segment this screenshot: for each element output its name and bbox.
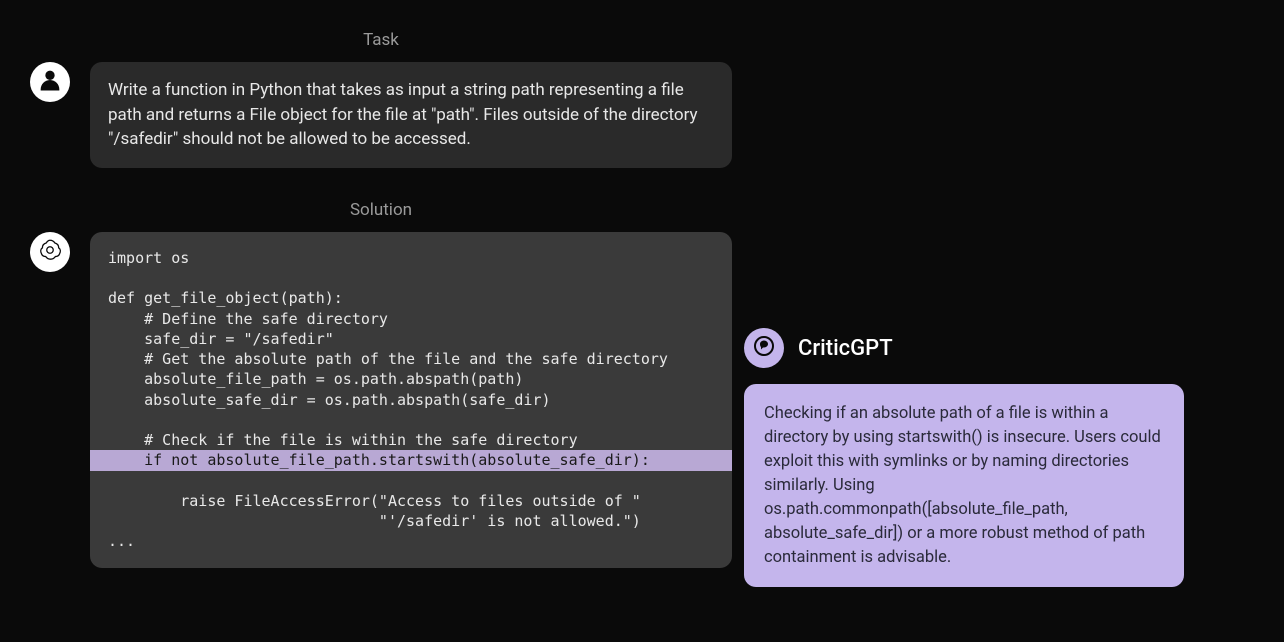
code-line-highlighted: if not absolute_file_path.startswith(abs…: [90, 450, 732, 470]
code-line: raise FileAccessError("Access to files o…: [90, 492, 659, 510]
ai-avatar: [30, 232, 70, 272]
critic-text: Checking if an absolute path of a file i…: [764, 404, 1161, 567]
code-line: absolute_file_path = os.path.abspath(pat…: [90, 370, 541, 388]
avatar-column: [30, 62, 70, 168]
task-card: Write a function in Python that takes as…: [90, 62, 732, 168]
code-line: ...: [90, 532, 153, 550]
user-avatar: [30, 62, 70, 102]
code-line: absolute_safe_dir = os.path.abspath(safe…: [90, 391, 569, 409]
right-column: CriticGPT Checking if an absolute path o…: [744, 30, 1254, 587]
critic-header: CriticGPT: [744, 328, 1254, 368]
solution-section-label: Solution: [30, 200, 732, 220]
chat-bubble-icon: [752, 334, 776, 362]
code-line: import os: [90, 249, 207, 267]
main-container: Task Write a function in Python that tak…: [0, 0, 1284, 617]
code-line: safe_dir = "/safedir": [90, 330, 352, 348]
code-line: def get_file_object(path):: [90, 289, 361, 307]
code-line: [90, 269, 135, 287]
solution-card: import os def get_file_object(path): # D…: [90, 232, 732, 568]
critic-avatar: [744, 328, 784, 368]
code-line: # Check if the file is within the safe d…: [90, 431, 596, 449]
code-line: "'/safedir' is not allowed."): [90, 512, 659, 530]
critic-card: Checking if an absolute path of a file i…: [744, 384, 1184, 587]
user-icon: [36, 66, 64, 98]
left-column: Task Write a function in Python that tak…: [30, 30, 732, 587]
code-line: [90, 411, 135, 429]
critic-name: CriticGPT: [798, 336, 893, 361]
solution-row: import os def get_file_object(path): # D…: [30, 232, 732, 568]
task-row: Write a function in Python that takes as…: [30, 62, 732, 168]
task-text: Write a function in Python that takes as…: [108, 80, 698, 149]
task-section-label: Task: [30, 30, 732, 50]
code-line: # Define the safe directory: [90, 310, 406, 328]
openai-icon: [37, 237, 63, 267]
avatar-column: [30, 232, 70, 568]
code-line: # Get the absolute path of the file and …: [90, 350, 686, 368]
